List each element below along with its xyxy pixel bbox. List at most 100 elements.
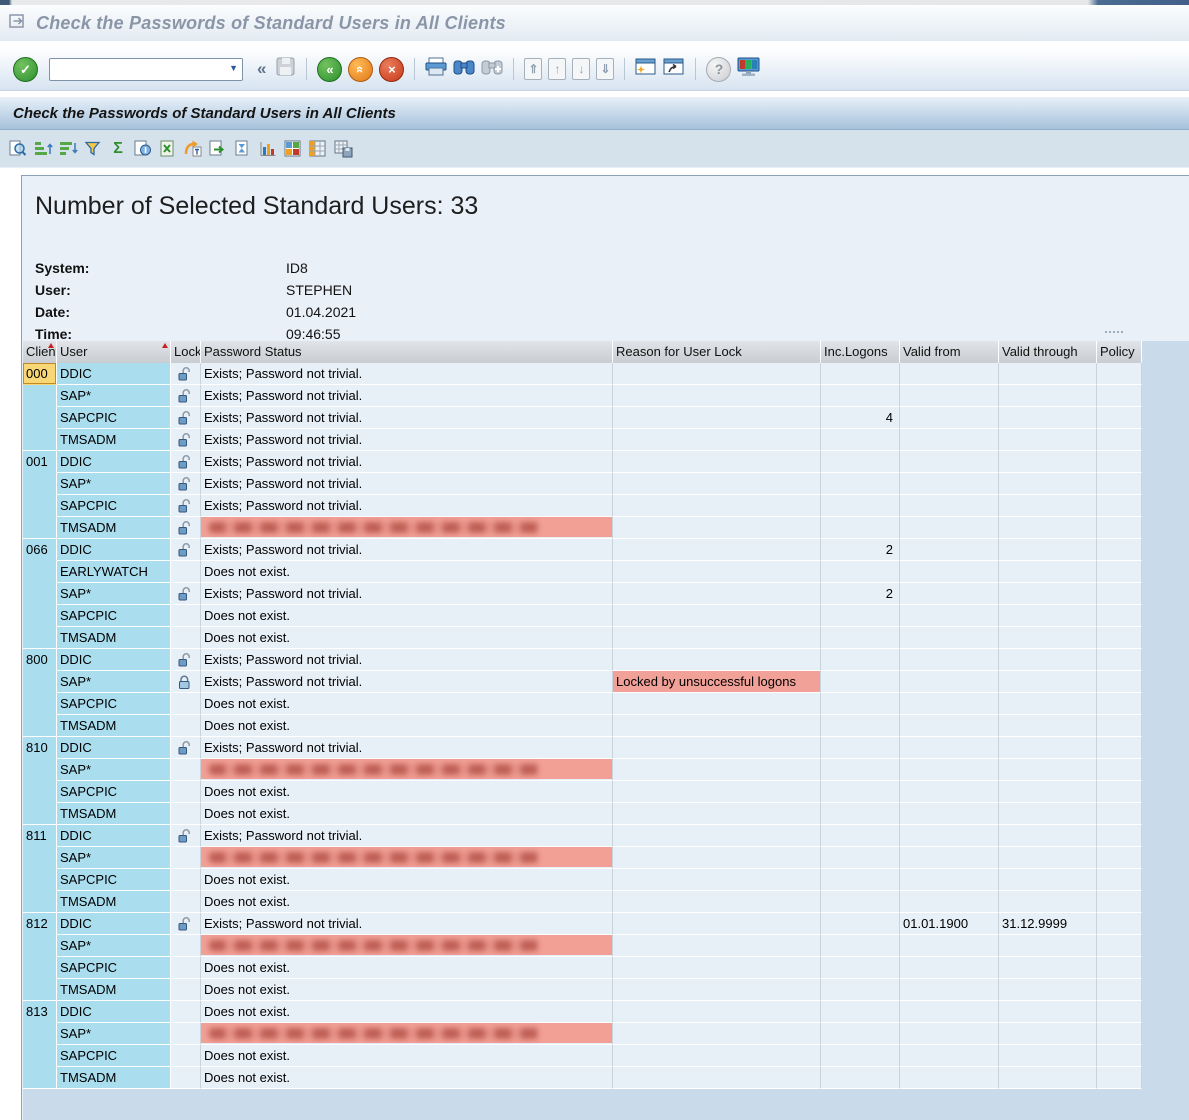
cell-valid_from[interactable] [900,1023,999,1045]
details-button[interactable] [8,139,28,159]
unlocked-icon[interactable] [171,385,201,407]
cell-reason[interactable] [613,891,821,913]
cell-inc_logons[interactable]: 2 [821,539,900,561]
table-row[interactable]: 800DDICExists; Password not trivial. [23,649,1142,671]
cell-valid_through[interactable] [999,539,1097,561]
cell-lock[interactable] [171,1045,201,1067]
unlocked-icon[interactable] [171,495,201,517]
cell-policy[interactable] [1097,715,1142,737]
cell-status[interactable]: Does not exist. [201,1045,613,1067]
cell-inc_logons[interactable] [821,517,900,539]
cell-reason[interactable] [613,803,821,825]
cell-client[interactable]: 066 [23,539,57,561]
cell-valid_through[interactable] [999,1023,1097,1045]
cell-status[interactable] [201,517,613,539]
cell-valid_from[interactable] [900,781,999,803]
cell-client[interactable] [23,957,57,979]
cell-lock[interactable] [171,715,201,737]
customize-layout-button[interactable] [737,57,760,82]
cell-client[interactable] [23,847,57,869]
cell-valid_through[interactable] [999,649,1097,671]
cell-user[interactable]: SAPCPIC [57,957,171,979]
cell-client[interactable] [23,583,57,605]
cell-inc_logons[interactable] [821,363,900,385]
cell-policy[interactable] [1097,561,1142,583]
cell-inc_logons[interactable] [821,561,900,583]
cell-inc_logons[interactable]: 2 [821,583,900,605]
cell-user[interactable]: SAPCPIC [57,869,171,891]
cell-valid_from[interactable] [900,671,999,693]
cell-reason[interactable] [613,495,821,517]
column-header-valid_through[interactable]: Valid through [999,341,1097,363]
cell-inc_logons[interactable] [821,1001,900,1023]
cell-policy[interactable] [1097,803,1142,825]
cell-inc_logons[interactable] [821,1067,900,1089]
cell-valid_through[interactable] [999,363,1097,385]
cell-valid_through[interactable] [999,825,1097,847]
cell-client[interactable]: 000 [23,363,57,385]
cell-lock[interactable] [171,979,201,1001]
cell-policy[interactable] [1097,869,1142,891]
cell-valid_from[interactable] [900,891,999,913]
cell-status[interactable]: Exists; Password not trivial. [201,913,613,935]
cell-lock[interactable] [171,935,201,957]
column-header-status[interactable]: Password Status [201,341,613,363]
exit-button[interactable]: « [348,57,373,82]
cell-user[interactable]: TMSADM [57,429,171,451]
cell-valid_through[interactable] [999,935,1097,957]
unlocked-icon[interactable] [171,913,201,935]
cell-lock[interactable] [171,627,201,649]
cell-inc_logons[interactable] [821,825,900,847]
cell-user[interactable]: DDIC [57,913,171,935]
cell-reason[interactable] [613,1023,821,1045]
cell-status[interactable]: Does not exist. [201,957,613,979]
cell-policy[interactable] [1097,1023,1142,1045]
unlocked-icon[interactable] [171,649,201,671]
help-button[interactable]: ? [706,57,731,82]
cell-valid_from[interactable] [900,979,999,1001]
find-button[interactable] [453,58,475,81]
cell-inc_logons[interactable] [821,803,900,825]
cell-user[interactable]: TMSADM [57,979,171,1001]
cell-status[interactable]: Exists; Password not trivial. [201,825,613,847]
cell-user[interactable]: TMSADM [57,517,171,539]
cell-inc_logons[interactable] [821,913,900,935]
cell-valid_through[interactable] [999,407,1097,429]
cell-valid_from[interactable] [900,935,999,957]
cell-client[interactable]: 001 [23,451,57,473]
cell-reason[interactable] [613,451,821,473]
cell-user[interactable]: DDIC [57,1001,171,1023]
cell-client[interactable] [23,781,57,803]
cell-inc_logons[interactable] [821,759,900,781]
cell-user[interactable]: SAPCPIC [57,495,171,517]
unlocked-icon[interactable] [171,539,201,561]
cell-user[interactable]: SAP* [57,1023,171,1045]
graphic-button[interactable] [258,139,278,159]
cell-valid_from[interactable] [900,539,999,561]
cell-client[interactable] [23,517,57,539]
column-header-client[interactable]: Client [23,341,57,363]
cell-reason[interactable] [613,979,821,1001]
cell-client[interactable]: 811 [23,825,57,847]
cell-client[interactable] [23,429,57,451]
cell-valid_through[interactable] [999,517,1097,539]
cell-reason[interactable] [613,627,821,649]
cell-valid_through[interactable] [999,891,1097,913]
cell-valid_from[interactable] [900,693,999,715]
cell-client[interactable] [23,495,57,517]
cell-client[interactable] [23,1045,57,1067]
cell-status[interactable]: Exists; Password not trivial. [201,407,613,429]
cell-reason[interactable] [613,561,821,583]
cell-inc_logons[interactable] [821,605,900,627]
cell-user[interactable]: TMSADM [57,891,171,913]
table-row[interactable]: SAP*Exists; Password not trivial. [23,385,1142,407]
cell-reason[interactable] [613,473,821,495]
cell-valid_through[interactable] [999,473,1097,495]
cell-reason[interactable] [613,649,821,671]
table-row[interactable]: SAP*Exists; Password not trivial.Locked … [23,671,1142,693]
cell-valid_through[interactable] [999,979,1097,1001]
cell-client[interactable] [23,1067,57,1089]
cell-lock[interactable] [171,759,201,781]
export-button[interactable] [208,139,228,159]
cell-status[interactable]: Exists; Password not trivial. [201,495,613,517]
